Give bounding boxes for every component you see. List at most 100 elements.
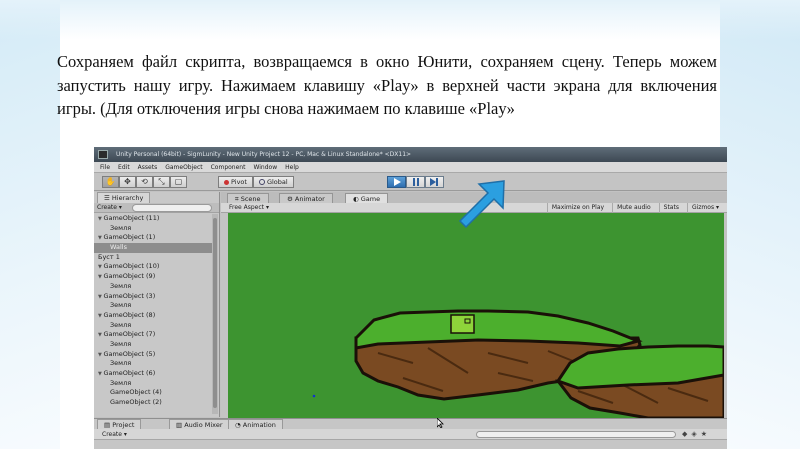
window-titlebar: Unity Personal (64bit) - SigmLunity - Ne… — [94, 147, 727, 162]
menu-component[interactable]: Component — [211, 162, 246, 172]
hierarchy-item-label: GameObject (4) — [110, 388, 162, 397]
unity-logo-icon — [98, 150, 108, 159]
hierarchy-item-label: GameObject (9) — [103, 272, 156, 281]
hierarchy-item[interactable]: Земля — [94, 301, 212, 311]
game-view-canvas[interactable] — [228, 213, 726, 420]
project-icons: ◆ ◈ ★ — [682, 430, 707, 438]
play-icon — [393, 178, 401, 186]
window-title: Unity Personal (64bit) - SigmLunity - Ne… — [116, 151, 412, 158]
hierarchy-item[interactable]: ▼ GameObject (8) — [94, 311, 212, 321]
hierarchy-search-input[interactable] — [132, 204, 212, 212]
hierarchy-item[interactable]: ▼ GameObject (11) — [94, 214, 212, 224]
step-icon — [430, 178, 438, 186]
menu-window[interactable]: Window — [253, 162, 277, 172]
menu-file[interactable]: File — [100, 162, 110, 172]
tab-game[interactable]: ◐ Game — [345, 193, 389, 203]
star-icon[interactable]: ★ — [701, 430, 707, 438]
move-tool-button[interactable]: ✥ — [119, 176, 136, 188]
play-button[interactable] — [387, 176, 406, 188]
pivot-label: Pivot — [231, 178, 247, 186]
tab-animation[interactable]: ◔ Animation — [228, 419, 283, 429]
global-button[interactable]: Global — [252, 176, 294, 188]
step-button[interactable] — [425, 176, 444, 188]
hierarchy-item-label: Земля — [110, 281, 132, 290]
hierarchy-item[interactable]: ▼ GameObject (1) — [94, 233, 212, 243]
hierarchy-item-label: GameObject (2) — [110, 398, 162, 407]
mouse-cursor-icon — [437, 418, 444, 428]
hierarchy-tab[interactable]: ☰ Hierarchy — [97, 192, 151, 203]
menu-assets[interactable]: Assets — [138, 162, 158, 172]
hierarchy-item[interactable]: ▼ GameObject (9) — [94, 272, 212, 282]
pause-button[interactable] — [406, 176, 425, 188]
slide-background-right — [720, 0, 800, 449]
pivot-global-group: Pivot Global — [218, 176, 294, 188]
hierarchy-item-label: Walls — [110, 243, 127, 252]
hierarchy-item-label: GameObject (11) — [103, 214, 160, 222]
tab-scene[interactable]: ⌗ Scene — [227, 193, 269, 203]
hierarchy-item-label: GameObject (10) — [103, 262, 160, 271]
slide-background-left — [0, 0, 60, 449]
filter-label-icon[interactable]: ◈ — [691, 430, 696, 438]
menu-edit[interactable]: Edit — [118, 162, 130, 172]
tab-audio-mixer[interactable]: ▥ Audio Mixer — [169, 419, 230, 429]
play-controls — [387, 176, 444, 188]
pivot-icon — [224, 179, 229, 185]
hierarchy-item[interactable]: Walls — [94, 243, 212, 253]
hierarchy-item-label: GameObject (6) — [103, 369, 156, 377]
pause-icon — [412, 178, 419, 186]
hierarchy-item[interactable]: ▼ GameObject (6) — [94, 369, 212, 379]
hierarchy-scrollbar[interactable] — [212, 214, 218, 414]
hierarchy-item[interactable]: GameObject (2) — [94, 398, 212, 408]
hierarchy-item[interactable]: Земля — [94, 282, 212, 292]
blue-dot — [312, 394, 316, 398]
project-search-input[interactable] — [476, 431, 676, 438]
menu-gameobject[interactable]: GameObject — [165, 162, 202, 172]
gizmos-dropdown[interactable]: Gizmos ▾ — [686, 203, 719, 213]
hierarchy-toolbar: Create ▾ — [94, 203, 219, 213]
hierarchy-item[interactable]: Буст 1 — [94, 253, 212, 263]
hand-tool-button[interactable]: ✋ — [102, 176, 119, 188]
hierarchy-item[interactable]: GameObject (4) — [94, 388, 212, 398]
stats-toggle[interactable]: Stats — [658, 203, 679, 213]
animator-icon: ⚙ — [287, 195, 295, 203]
hierarchy-item[interactable]: ▼ GameObject (3) — [94, 292, 212, 302]
hierarchy-item[interactable]: ▼ GameObject (5) — [94, 350, 212, 360]
hierarchy-item[interactable]: ▼ GameObject (10) — [94, 262, 212, 272]
rotate-tool-button[interactable]: ⟲ — [136, 176, 153, 188]
hierarchy-create-button[interactable]: Create ▾ — [97, 204, 122, 212]
tab-project[interactable]: ▤ Project — [97, 419, 142, 429]
mixer-icon: ▥ — [176, 421, 185, 429]
pivot-button[interactable]: Pivot — [218, 176, 253, 188]
global-label: Global — [266, 178, 288, 186]
hierarchy-item[interactable]: Земля — [94, 224, 212, 234]
hierarchy-item-label: GameObject (1) — [103, 233, 156, 242]
scale-tool-button[interactable]: ⤡ — [153, 176, 170, 188]
hierarchy-item[interactable]: Земля — [94, 321, 212, 331]
animation-icon: ◔ — [235, 421, 243, 429]
rect-tool-button[interactable]: ▢ — [170, 176, 187, 188]
filter-type-icon[interactable]: ◆ — [682, 430, 687, 438]
globe-icon — [258, 179, 265, 185]
hierarchy-item-label: Земля — [110, 378, 132, 387]
mute-audio-toggle[interactable]: Mute audio — [612, 203, 651, 213]
slide-paragraph: Сохраняем файл скрипта, возвращаемся в о… — [57, 52, 717, 118]
hierarchy-list: ▼ GameObject (11) Земля ▼ GameObject (1) Wa… — [94, 214, 212, 408]
hierarchy-panel: ☰ Hierarchy Create ▾ ▼ GameObject (11) Зе… — [94, 192, 220, 417]
hierarchy-item[interactable]: Земля — [94, 359, 212, 369]
hierarchy-item-label: Земля — [110, 320, 132, 329]
hierarchy-item-label: GameObject (7) — [103, 330, 156, 339]
highlight-arrow-icon — [458, 180, 505, 229]
menu-help[interactable]: Help — [285, 162, 299, 172]
list-icon: ☰ — [104, 194, 112, 202]
hierarchy-item[interactable]: Земля — [94, 379, 212, 389]
scrollbar-thumb[interactable] — [213, 218, 217, 408]
hierarchy-item-label: GameObject (5) — [103, 349, 156, 358]
project-create-button[interactable]: Create ▾ — [102, 431, 127, 438]
main-toolbar: ✋ ✥ ⟲ ⤡ ▢ Pivot Global — [94, 173, 727, 191]
transform-tools: ✋ ✥ ⟲ ⤡ ▢ — [102, 176, 187, 188]
maximize-on-play-toggle[interactable]: Maximize on Play — [546, 203, 604, 213]
tab-animator[interactable]: ⚙ Animator — [279, 193, 333, 203]
hierarchy-item[interactable]: Земля — [94, 340, 212, 350]
aspect-dropdown[interactable]: Free Aspect ▾ — [229, 203, 269, 213]
hierarchy-item[interactable]: ▼ GameObject (7) — [94, 330, 212, 340]
